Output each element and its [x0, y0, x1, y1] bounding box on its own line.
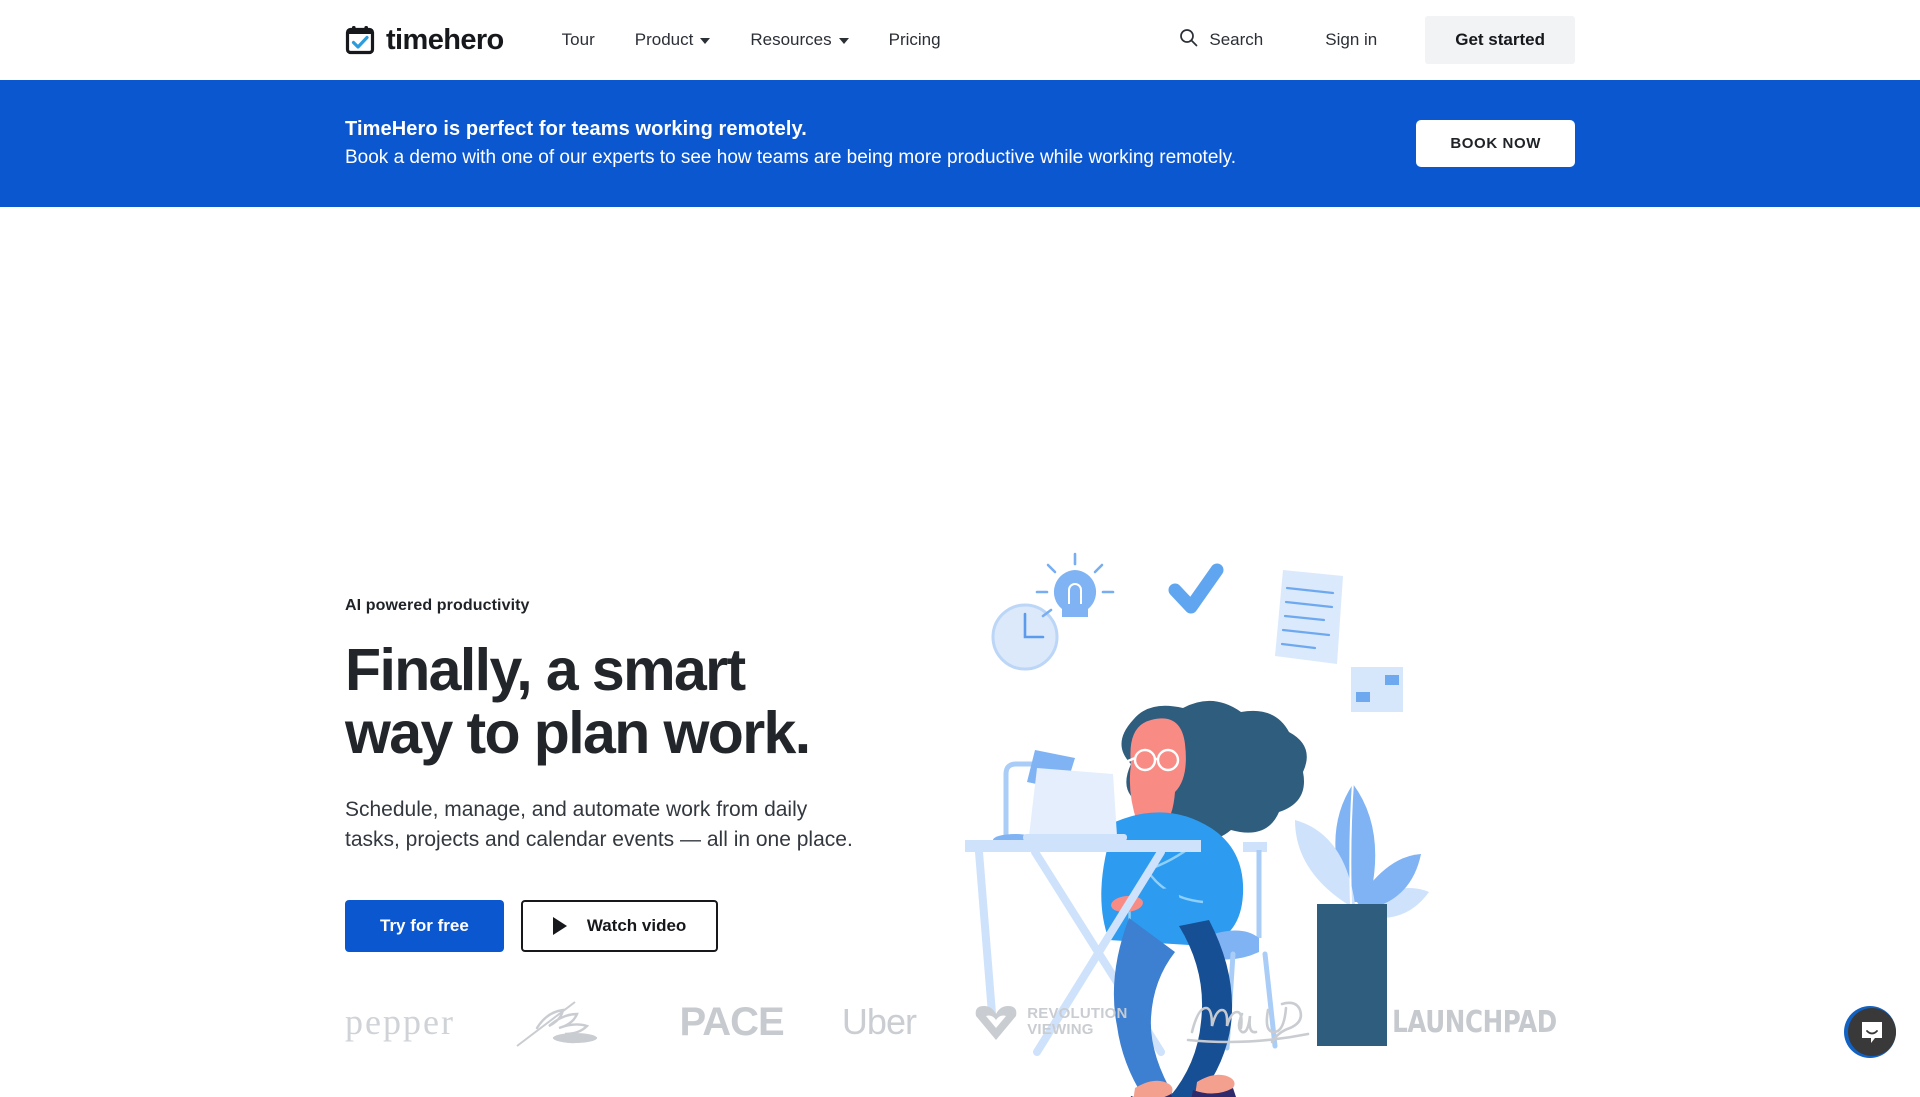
- nav-item-pricing[interactable]: Pricing: [889, 30, 941, 50]
- hero-cta-group: Try for free Watch video: [345, 900, 955, 952]
- search-button[interactable]: Search: [1179, 28, 1263, 52]
- maui-jim-script-icon: [1186, 996, 1316, 1048]
- chevron-down-icon: [839, 38, 849, 44]
- nav-label: Pricing: [889, 30, 941, 50]
- logo-maui-jim: [1186, 996, 1316, 1048]
- feather-icon: [513, 994, 621, 1050]
- watch-video-button[interactable]: Watch video: [521, 900, 719, 952]
- search-icon: [1179, 28, 1198, 52]
- search-label: Search: [1209, 30, 1263, 50]
- logo-feather: [513, 994, 621, 1050]
- chat-bubble-icon: [1860, 1020, 1884, 1044]
- logo-uber: Uber: [842, 1001, 916, 1043]
- hero-copy: AI powered productivity Finally, a smart…: [345, 207, 955, 967]
- rev-line1: REVOLUTION: [1027, 1005, 1127, 1022]
- nav-item-resources[interactable]: Resources: [750, 30, 848, 50]
- primary-nav: Tour Product Resources Pricing: [562, 30, 941, 50]
- logo-revolution-viewing-text: REVOLUTION VIEWING: [1027, 1006, 1127, 1038]
- promo-banner-subtitle: Book a demo with one of our experts to s…: [345, 147, 1236, 169]
- hero-subtitle-line1: Schedule, manage, and automate work from…: [345, 798, 807, 821]
- promo-banner-copy: TimeHero is perfect for teams working re…: [345, 118, 1236, 169]
- hero-eyebrow: AI powered productivity: [345, 597, 955, 615]
- calendar-check-icon: [345, 25, 375, 55]
- logo[interactable]: timehero: [345, 24, 504, 57]
- customer-logo-strip: pepper PACE Uber REVOLUTION VIEWING: [0, 967, 1920, 1077]
- logo-pace: PACE: [679, 1000, 783, 1045]
- hero-subtitle-line2: tasks, projects and calendar events — al…: [345, 828, 853, 851]
- promo-banner: TimeHero is perfect for teams working re…: [0, 80, 1920, 207]
- logo-revolution-viewing: REVOLUTION VIEWING: [974, 1002, 1127, 1042]
- chat-widget-button[interactable]: [1844, 1006, 1896, 1058]
- page-title: Finally, a smart way to plan work.: [345, 639, 955, 764]
- hero-illustration-wrap: [955, 207, 1575, 967]
- heart-shield-icon: [974, 1002, 1018, 1042]
- rev-line2: VIEWING: [1027, 1021, 1093, 1038]
- logo-uber-text: Uber: [842, 1001, 916, 1043]
- logo-pace-text: PACE: [679, 1000, 783, 1045]
- hero-subtitle: Schedule, manage, and automate work from…: [345, 795, 955, 855]
- chat-button-circle: [1848, 1008, 1896, 1056]
- sign-in-link[interactable]: Sign in: [1325, 30, 1377, 50]
- hero-title-line2: way to plan work.: [345, 700, 810, 766]
- play-icon: [553, 917, 567, 935]
- nav-item-tour[interactable]: Tour: [562, 30, 595, 50]
- nav-item-product[interactable]: Product: [635, 30, 711, 50]
- logo-text: timehero: [386, 24, 504, 57]
- logo-launchpad: LAUNCHPAD: [1374, 1005, 1575, 1040]
- try-for-free-button[interactable]: Try for free: [345, 900, 504, 952]
- promo-banner-title: TimeHero is perfect for teams working re…: [345, 118, 1236, 141]
- header-actions: Search Sign in Get started: [1179, 16, 1920, 64]
- chevron-down-icon: [700, 38, 710, 44]
- nav-label: Resources: [750, 30, 831, 50]
- logo-pepper: pepper: [345, 1001, 455, 1043]
- nav-label: Tour: [562, 30, 595, 50]
- watch-video-label: Watch video: [587, 916, 687, 936]
- logo-pepper-text: pepper: [345, 1001, 455, 1043]
- hero-section: AI powered productivity Finally, a smart…: [0, 207, 1920, 967]
- get-started-button[interactable]: Get started: [1425, 16, 1575, 64]
- hero-title-line1: Finally, a smart: [345, 637, 745, 703]
- logo-launchpad-text: LAUNCHPAD: [1392, 1005, 1557, 1040]
- site-header: timehero Tour Product Resources Pricing …: [0, 0, 1920, 80]
- nav-label: Product: [635, 30, 694, 50]
- book-now-button[interactable]: BOOK NOW: [1416, 120, 1575, 167]
